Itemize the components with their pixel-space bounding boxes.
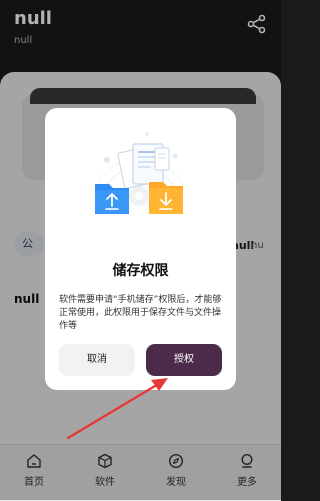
authorize-button[interactable]: 授权 [146,344,222,376]
storage-permission-dialog: 储存权限 软件需要申请“手机储存”权限后，才能够正常使用，此权限用于保存文件与文… [45,108,236,390]
dialog-message: 软件需要申请“手机储存”权限后，才能够正常使用，此权限用于保存文件与文件操作等 [59,295,222,331]
dialog-title: 储存权限 [112,263,169,279]
cancel-button[interactable]: 取消 [59,344,135,376]
storage-illustration [85,126,195,226]
